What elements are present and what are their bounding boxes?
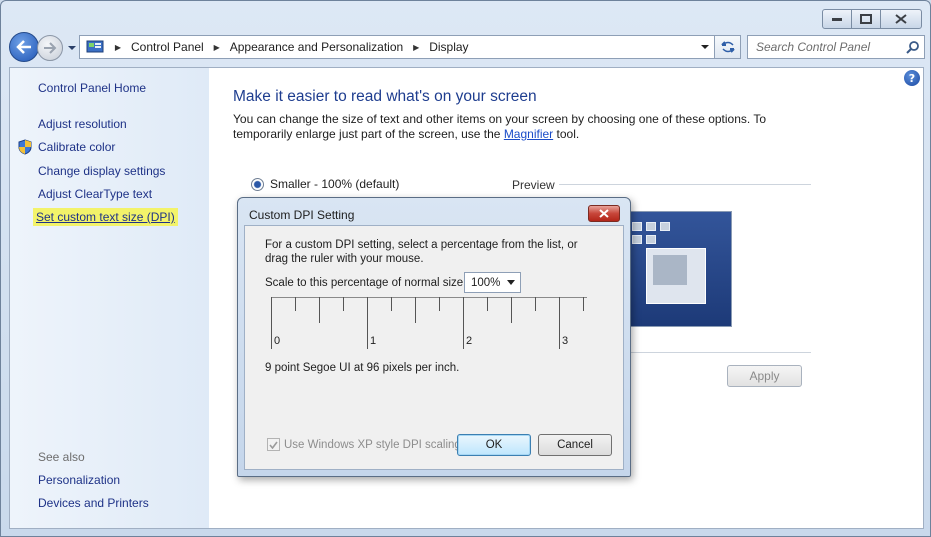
preview-label: Preview (512, 178, 555, 192)
refresh-button[interactable] (715, 35, 741, 59)
sidebar-control-panel-home[interactable]: Control Panel Home (38, 81, 146, 95)
help-icon[interactable]: ? (904, 70, 920, 86)
address-bar[interactable]: ▶ Control Panel ▶ Appearance and Persona… (79, 35, 715, 59)
sidebar: Control Panel Home Adjust resolution Cal… (10, 68, 209, 528)
search-box[interactable] (747, 35, 925, 59)
ruler-tick-minor (535, 297, 536, 311)
sidebar-item-custom-dpi[interactable]: Set custom text size (DPI) (33, 208, 178, 226)
dpi-ruler[interactable]: 0 1 2 3 (271, 297, 587, 349)
ruler-tick-half (319, 297, 320, 323)
ruler-label-2: 2 (466, 335, 473, 347)
dialog-title: Custom DPI Setting (249, 208, 355, 222)
dialog-body: For a custom DPI setting, select a perce… (244, 225, 624, 470)
preview-image (621, 211, 732, 327)
minimize-button[interactable] (822, 9, 852, 29)
arrow-left-icon (16, 40, 31, 54)
breadcrumb-separator-icon[interactable]: ▶ (408, 43, 424, 52)
chevron-down-icon (507, 280, 515, 285)
option-smaller[interactable]: Smaller - 100% (default) (251, 177, 399, 191)
maximize-icon (860, 14, 872, 24)
breadcrumb-display[interactable]: Display (424, 40, 473, 54)
ruler-tick-major (463, 297, 464, 349)
ruler-tick-minor (391, 297, 392, 311)
apply-divider (629, 352, 811, 353)
ruler-tick-major (367, 297, 368, 349)
close-icon (599, 209, 609, 218)
search-icon[interactable] (906, 40, 920, 54)
xp-scaling-label: Use Windows XP style DPI scaling (284, 438, 461, 451)
ruler-label-1: 1 (370, 335, 377, 347)
page-description: You can change the size of text and othe… (233, 112, 793, 142)
control-panel-window: ▶ Control Panel ▶ Appearance and Persona… (0, 0, 931, 537)
magnifier-link[interactable]: Magnifier (504, 127, 553, 141)
apply-button[interactable]: Apply (727, 365, 802, 387)
ruler-tick-minor (583, 297, 584, 311)
dialog-close-button[interactable] (588, 205, 620, 222)
preview-divider (559, 184, 811, 185)
checkbox-box[interactable] (267, 438, 280, 451)
radio-smaller[interactable] (251, 177, 264, 191)
ruler-tick-major (271, 297, 272, 349)
scale-value: 100% (471, 276, 501, 289)
ruler-tick-major (559, 297, 560, 349)
back-button[interactable] (9, 32, 39, 62)
sidebar-item-change-display-settings[interactable]: Change display settings (38, 164, 165, 178)
forward-button[interactable] (37, 35, 63, 61)
xp-scaling-checkbox[interactable]: Use Windows XP style DPI scaling (267, 438, 461, 451)
ruler-tick-half (415, 297, 416, 323)
close-button[interactable] (880, 9, 922, 29)
checkmark-icon (269, 441, 278, 449)
search-input[interactable] (748, 40, 898, 54)
close-icon (895, 14, 907, 24)
breadcrumb-separator-icon[interactable]: ▶ (110, 43, 126, 52)
ok-button[interactable]: OK (457, 434, 531, 456)
sidebar-item-adjust-cleartype[interactable]: Adjust ClearType text (38, 187, 152, 201)
description-text-end: tool. (553, 127, 580, 141)
option-smaller-label: Smaller - 100% (default) (270, 177, 400, 191)
shield-icon (18, 139, 32, 155)
breadcrumb-separator-icon[interactable]: ▶ (209, 43, 225, 52)
sidebar-item-adjust-resolution[interactable]: Adjust resolution (38, 117, 127, 131)
breadcrumb-appearance[interactable]: Appearance and Personalization (225, 40, 408, 54)
sidebar-item-calibrate-color[interactable]: Calibrate color (38, 140, 115, 154)
scale-label: Scale to this percentage of normal size: (265, 277, 467, 289)
ruler-tick-minor (439, 297, 440, 311)
ruler-label-0: 0 (274, 335, 281, 347)
scale-select[interactable]: 100% (464, 272, 521, 293)
refresh-icon (720, 41, 735, 53)
description-text: You can change the size of text and othe… (233, 112, 767, 141)
see-also-heading: See also (38, 450, 85, 464)
sidebar-item-personalization[interactable]: Personalization (38, 473, 120, 487)
ruler-label-3: 3 (562, 335, 569, 347)
control-panel-icon (86, 40, 104, 53)
maximize-button[interactable] (851, 9, 881, 29)
cancel-button[interactable]: Cancel (538, 434, 612, 456)
ruler-tick-minor (343, 297, 344, 311)
ruler-tick-minor (295, 297, 296, 311)
page-title: Make it easier to read what's on your sc… (233, 88, 537, 105)
navigation-bar: ▶ Control Panel ▶ Appearance and Persona… (9, 31, 925, 63)
custom-dpi-dialog: Custom DPI Setting For a custom DPI sett… (237, 197, 631, 477)
minimize-icon (832, 18, 842, 21)
caption-buttons (822, 9, 922, 29)
breadcrumb-control-panel[interactable]: Control Panel (126, 40, 209, 54)
sidebar-item-devices-printers[interactable]: Devices and Printers (38, 496, 149, 510)
dialog-instructions: For a custom DPI setting, select a perce… (265, 239, 578, 265)
dpi-info-text: 9 point Segoe UI at 96 pixels per inch. (265, 362, 460, 374)
ruler-tick-minor (487, 297, 488, 311)
recent-pages-chevron-icon[interactable] (67, 43, 77, 53)
ruler-tick-half (511, 297, 512, 323)
arrow-right-icon (44, 42, 57, 54)
address-dropdown-icon[interactable] (700, 42, 710, 52)
